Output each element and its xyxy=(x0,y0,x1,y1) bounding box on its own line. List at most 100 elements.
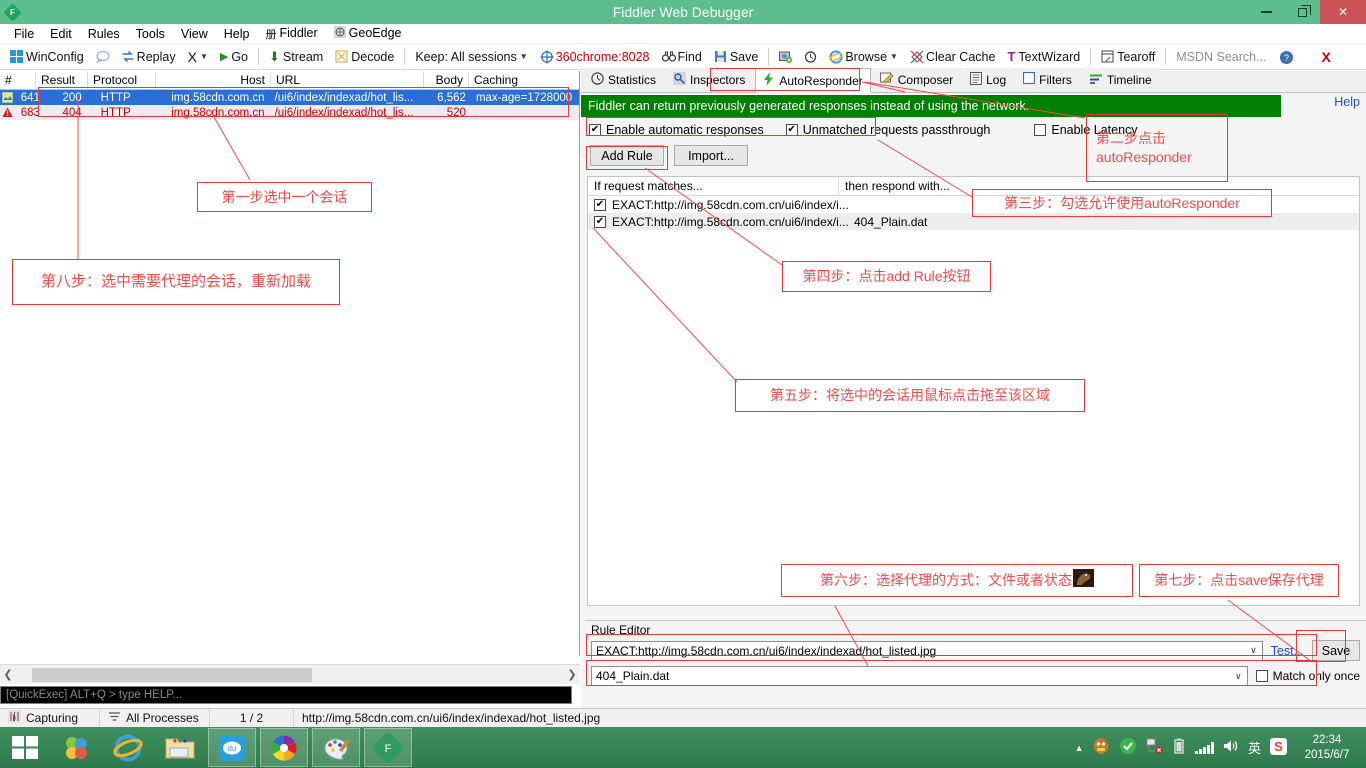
sogou-icon[interactable]: S xyxy=(1270,737,1287,758)
chevron-down-icon[interactable]: ∨ xyxy=(1235,671,1242,682)
scroll-left-icon[interactable]: ❮ xyxy=(0,668,16,681)
column-header-caching[interactable]: Caching xyxy=(469,71,579,89)
tab-log[interactable]: Log xyxy=(963,68,1015,92)
session-list[interactable]: # Result Protocol Host URL Body Caching … xyxy=(0,71,580,656)
clock[interactable]: 22:34 2015/6/7 xyxy=(1296,733,1358,762)
chevron-down-icon[interactable]: ▼ xyxy=(200,52,208,61)
taskbar-file-explorer-icon[interactable] xyxy=(156,728,204,767)
menu-item-tools[interactable]: Tools xyxy=(128,25,173,43)
rule-enabled-checkbox[interactable]: ✔ xyxy=(594,198,606,211)
start-button[interactable] xyxy=(0,727,50,768)
taskbar-paint-icon[interactable] xyxy=(312,728,360,767)
enable-automatic-responses-checkbox[interactable]: ✔ Enable automatic responses xyxy=(589,123,764,137)
taskbar-360-chrome-icon[interactable] xyxy=(260,728,308,767)
tab-composer[interactable]: Composer xyxy=(872,68,962,92)
capturing-status[interactable]: Capturing xyxy=(0,708,100,728)
tab-filters[interactable]: Filters xyxy=(1016,68,1080,92)
close-button[interactable]: ✕ xyxy=(1320,0,1366,24)
tab-timeline[interactable]: Timeline xyxy=(1081,68,1160,92)
taskbar-fiddler-icon[interactable]: F xyxy=(364,728,412,767)
taskbar-windows-security-icon[interactable] xyxy=(52,728,100,767)
help-circle-button[interactable]: ? xyxy=(1273,49,1298,64)
menu-bar: File Edit Rules Tools View Help 册 Fiddler… xyxy=(0,24,1366,44)
rule-response-combobox[interactable]: 404_Plain.dat ∨ xyxy=(591,666,1248,686)
comment-button[interactable] xyxy=(90,49,115,64)
decode-button[interactable]: Decode xyxy=(329,49,400,65)
winconfig-button[interactable]: WinConfig xyxy=(4,49,90,65)
qq-icon[interactable] xyxy=(1092,737,1110,758)
clear-cache-button[interactable]: Clear Cache xyxy=(904,49,1001,65)
column-header-body[interactable]: Body xyxy=(424,71,469,89)
save-button[interactable]: Save xyxy=(1312,640,1360,661)
chevron-down-icon[interactable]: ∨ xyxy=(1250,645,1257,656)
network-icon[interactable] xyxy=(1146,738,1164,757)
quickexec-input[interactable]: [QuickExec] ALT+Q > type HELP... xyxy=(0,686,572,704)
taskbar-baidu-music-icon[interactable]: du xyxy=(208,728,256,767)
maximize-button[interactable] xyxy=(1284,0,1320,24)
menu-item-rules[interactable]: Rules xyxy=(80,25,128,43)
menu-item-geoedge[interactable]: GeoEdge xyxy=(326,24,410,43)
remove-button[interactable]: X ▼ xyxy=(182,48,214,66)
menu-item-fiddler[interactable]: 册 Fiddler xyxy=(257,24,325,44)
timer-button[interactable] xyxy=(798,49,823,64)
checkbox-box[interactable]: ✔ xyxy=(589,124,601,136)
checkbox-box[interactable] xyxy=(1034,124,1047,136)
column-header-protocol[interactable]: Protocol xyxy=(88,71,156,89)
tab-statistics[interactable]: Statistics xyxy=(584,68,665,92)
chevron-down-icon-browse[interactable]: ▼ xyxy=(890,52,898,61)
volume-icon[interactable] xyxy=(1223,739,1239,756)
tab-autoresponder[interactable]: AutoResponder xyxy=(755,68,871,93)
replay-button[interactable]: Replay xyxy=(115,49,182,65)
find-button[interactable]: Find xyxy=(656,49,708,65)
table-row[interactable]: 683 404 HTTP img.58cdn.com.cn /ui6/index… xyxy=(0,105,579,120)
process-filter-button[interactable]: 360chrome:8028 xyxy=(534,49,656,65)
column-header-host[interactable]: Host xyxy=(156,71,271,89)
column-header-match[interactable]: If request matches... xyxy=(588,177,838,195)
rule-enabled-checkbox[interactable]: ✔ xyxy=(594,215,606,228)
column-header-url[interactable]: URL xyxy=(271,71,424,89)
stream-button[interactable]: ⬇ Stream xyxy=(263,48,329,66)
scroll-track[interactable] xyxy=(16,667,564,682)
keep-sessions-dropdown[interactable]: Keep: All sessions ▼ xyxy=(409,49,533,65)
checkbox-box[interactable]: ✔ xyxy=(785,124,798,136)
tab-inspectors[interactable]: Inspectors xyxy=(666,68,754,92)
decode-icon xyxy=(335,50,348,63)
help-link[interactable]: Help xyxy=(1334,95,1360,109)
match-only-once-checkbox[interactable]: Match only once xyxy=(1255,669,1360,683)
unmatched-passthrough-checkbox[interactable]: ✔ Unmatched requests passthrough xyxy=(785,123,990,137)
scroll-right-icon[interactable]: ❯ xyxy=(564,668,580,681)
close-search-button[interactable]: X xyxy=(1316,48,1337,66)
tray-expand-icon[interactable]: ▲ xyxy=(1075,743,1084,753)
main-toolbar: WinConfig Replay X ▼ ▶ Go ⬇ Stream Decod… xyxy=(0,44,1366,70)
rule-match-combobox[interactable]: EXACT:http://img.58cdn.com.cn/ui6/index/… xyxy=(591,640,1263,661)
process-filter-status[interactable]: All Processes xyxy=(100,708,210,728)
column-header-result[interactable]: Result xyxy=(36,71,88,89)
tearoff-button[interactable]: Tearoff xyxy=(1095,49,1161,65)
save-disk-icon xyxy=(714,50,727,63)
msdn-search-input[interactable]: MSDN Search... xyxy=(1170,49,1272,65)
menu-item-help[interactable]: Help xyxy=(216,25,258,43)
test-link[interactable]: Test... xyxy=(1271,644,1304,658)
import-button[interactable]: Import... xyxy=(674,145,748,166)
360-shield-icon[interactable] xyxy=(1119,737,1137,758)
minimize-button[interactable] xyxy=(1248,0,1284,24)
menu-item-view[interactable]: View xyxy=(173,25,216,43)
add-rule-button[interactable]: Add Rule xyxy=(590,145,664,166)
battery-icon[interactable] xyxy=(1172,738,1186,757)
session-list-hscrollbar[interactable]: ❮ ❯ xyxy=(0,664,580,684)
ime-language-icon[interactable]: 英 xyxy=(1248,738,1261,757)
checkbox-box[interactable] xyxy=(1255,670,1268,682)
toolbar-separator-4 xyxy=(1090,48,1092,65)
browse-button[interactable]: Browse ▼ xyxy=(823,49,904,65)
menu-item-file[interactable]: File xyxy=(6,25,42,43)
go-button[interactable]: ▶ Go xyxy=(214,49,254,65)
textwizard-button[interactable]: T TextWizard xyxy=(1001,48,1086,65)
scroll-thumb[interactable] xyxy=(32,667,312,682)
save-toolbar-button[interactable]: Save xyxy=(708,49,765,65)
column-header-number[interactable]: # xyxy=(0,71,36,89)
menu-item-edit[interactable]: Edit xyxy=(42,25,80,43)
taskbar-internet-explorer-icon[interactable] xyxy=(104,728,152,767)
table-row[interactable]: 641 200 HTTP img.58cdn.com.cn /ui6/index… xyxy=(0,90,579,105)
chevron-down-icon-keep[interactable]: ▼ xyxy=(520,52,528,61)
screenshot-button[interactable] xyxy=(773,49,798,64)
